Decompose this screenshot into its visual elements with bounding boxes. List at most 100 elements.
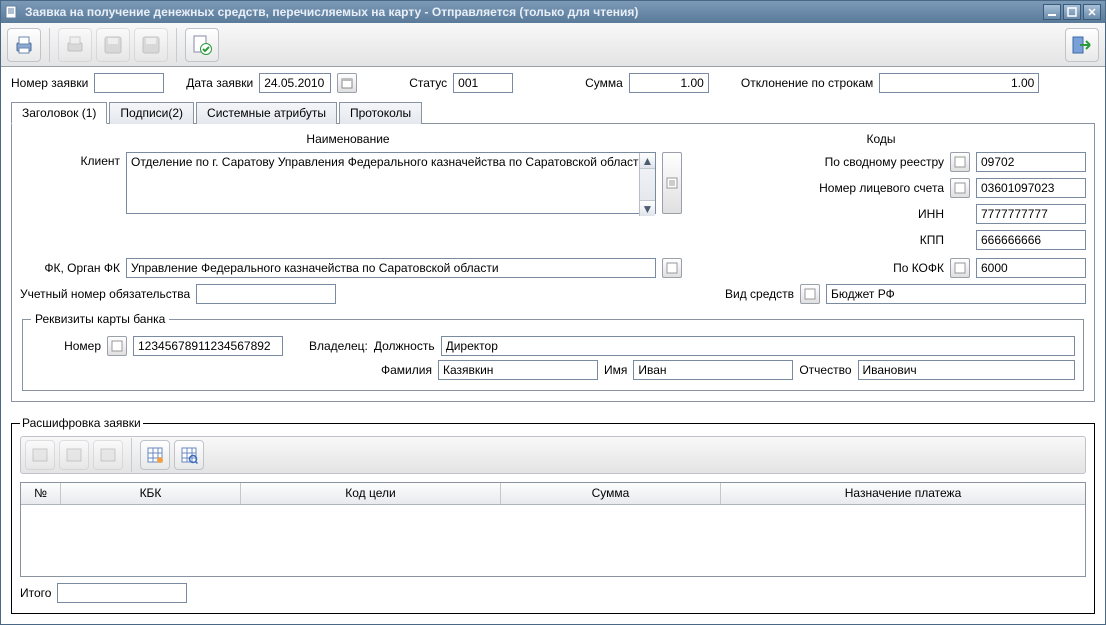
otch-label: Отчество [799,363,851,377]
approve-button[interactable] [185,28,219,62]
tab-signatures[interactable]: Подписи(2) [109,102,194,124]
col-sum[interactable]: Сумма [501,483,721,504]
otch-input[interactable] [858,360,1076,380]
toolbar [1,23,1105,67]
card-fieldset: Реквизиты карты банка Номер Владелец: До… [22,312,1084,391]
col-num[interactable]: № [21,483,61,504]
reestr-input[interactable] [976,152,1086,172]
fam-label: Фамилия [381,363,432,377]
titlebar: Заявка на получение денежных средств, пе… [1,1,1105,23]
request-date-input[interactable] [259,73,331,93]
table-header[interactable]: № КБК Код цели Сумма Назначение платежа [21,483,1085,505]
uch-label: Учетный номер обязательства [20,287,190,301]
minimize-button[interactable] [1043,4,1061,20]
detail-toolbar [20,436,1086,474]
vid-input[interactable] [826,284,1086,304]
kofk-label: По КОФК [893,261,944,275]
fam-input[interactable] [438,360,598,380]
client-lookup-button[interactable] [662,152,682,214]
tabs: Заголовок (1) Подписи(2) Системные атриб… [11,101,1095,123]
owner-label: Владелец: [309,339,368,353]
scroll-track[interactable] [640,169,655,200]
inn-input[interactable] [976,204,1086,224]
codes-header: Коды [676,130,1086,152]
card-num-input[interactable] [133,336,283,356]
scroll-down-icon[interactable]: ▼ [640,200,655,216]
fk-label: ФК, Орган ФК [20,261,120,275]
name-header: Наименование [20,130,676,152]
client-textarea[interactable] [126,152,656,214]
sum-input[interactable] [629,73,709,93]
detail-fieldset: Расшифровка заявки № КБК Код цели Сумма … [11,416,1095,614]
copy-row-button [59,440,89,470]
delete-row-button [93,440,123,470]
detail-table: № КБК Код цели Сумма Назначение платежа [20,482,1086,577]
fk-lookup-icon[interactable] [662,258,682,278]
fk-input[interactable] [126,258,656,278]
deviation-label: Отклонение по строкам [741,76,873,90]
tab-system-attrs[interactable]: Системные атрибуты [196,102,337,124]
window-title: Заявка на получение денежных средств, пе… [25,5,1043,19]
deviation-input[interactable] [879,73,1039,93]
obligation-row: Учетный номер обязательства Вид средств [20,284,1086,304]
kpp-label: КПП [920,233,944,247]
lits-input[interactable] [976,178,1086,198]
kofk-lookup-icon[interactable] [950,258,970,278]
pos-label: Должность [374,339,435,353]
calendar-icon[interactable] [337,73,357,93]
codes-section: По сводному реестру Номер лицевого счета… [688,152,1086,250]
save-button [96,28,130,62]
scrollbar: ▲ ▼ [639,153,655,216]
col-code[interactable]: Код цели [241,483,501,504]
pos-input[interactable] [441,336,1075,356]
table-body[interactable] [21,505,1085,576]
print2-button [58,28,92,62]
toolbar-separator [131,438,132,472]
total-label: Итого [20,586,51,600]
request-number-input[interactable] [94,73,164,93]
tab-header[interactable]: Заголовок (1) [11,102,107,124]
maximize-button[interactable] [1063,4,1081,20]
status-label: Статус [409,76,447,90]
close-button[interactable] [1083,4,1101,20]
col-purpose[interactable]: Назначение платежа [721,483,1085,504]
window-buttons [1043,4,1101,20]
total-input[interactable] [57,583,187,603]
header-row: Номер заявки Дата заявки Статус Сумма От… [11,73,1095,93]
reestr-lookup-icon[interactable] [950,152,970,172]
total-row: Итого [20,583,1086,603]
name-label: Имя [604,363,627,377]
card-num-label: Номер [31,339,101,353]
kofk-input[interactable] [976,258,1086,278]
grid-settings-button[interactable] [140,440,170,470]
vid-lookup-icon[interactable] [800,284,820,304]
app-window: Заявка на получение денежных средств, пе… [0,0,1106,625]
add-row-button [25,440,55,470]
print-button[interactable] [7,28,41,62]
save2-button [134,28,168,62]
tab-protocols[interactable]: Протоколы [339,102,422,124]
status-input[interactable] [453,73,513,93]
request-date-label: Дата заявки [186,76,253,90]
lits-lookup-icon[interactable] [950,178,970,198]
fk-row: ФК, Орган ФК По КОФК [20,258,1086,278]
uch-input[interactable] [196,284,336,304]
card-legend: Реквизиты карты банка [31,312,169,326]
col-kbk[interactable]: КБК [61,483,241,504]
detail-legend: Расшифровка заявки [20,416,143,430]
document-icon [5,5,19,19]
client-textarea-wrap: ▲ ▼ [126,152,656,217]
grid-search-button[interactable] [174,440,204,470]
vid-label: Вид средств [725,287,794,301]
client-label: Клиент [20,152,120,168]
toolbar-separator [176,28,177,62]
exit-button[interactable] [1065,28,1099,62]
card-num-lookup-icon[interactable] [107,336,127,356]
kpp-input[interactable] [976,230,1086,250]
sum-label: Сумма [585,76,623,90]
inn-label: ИНН [918,207,944,221]
name-input[interactable] [633,360,793,380]
request-number-label: Номер заявки [11,76,88,90]
section-headers: Наименование Коды [20,130,1086,152]
scroll-up-icon[interactable]: ▲ [640,153,655,169]
